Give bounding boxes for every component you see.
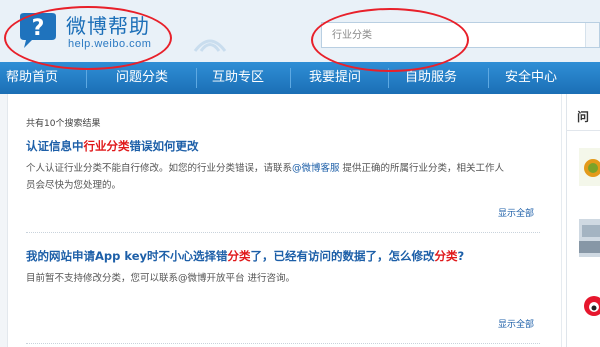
left-edge [0,94,8,347]
nav-item-help-home[interactable]: 帮助首页 [6,62,58,94]
nav-divider [488,68,489,88]
weibo-logo-icon[interactable] [579,286,600,324]
result-desc-1: 个人认证行业分类不能自行修改。如您的行业分类错误，请联系@微博客服 提供正确的所… [26,163,505,191]
result-count: 共有10个搜索结果 [26,119,101,129]
sidebar-divider [566,130,600,131]
show-all-link-1[interactable]: 显示全部 [498,206,534,219]
logo-url[interactable]: help.weibo.com [68,38,151,50]
sidebar-thumbnail-1[interactable] [579,148,600,186]
nav-item-ask-question[interactable]: 我要提问 [309,62,361,94]
signal-decoration-icon [193,39,227,52]
sidebar-heading: 问 [577,110,590,124]
nav-item-self-service[interactable]: 自助服务 [405,62,457,94]
weibo-service-link[interactable]: @微博客服 [292,163,340,174]
nav-item-mutual-help[interactable]: 互助专区 [212,62,264,94]
help-speech-bubble-icon[interactable]: ? [16,12,60,50]
show-all-link-2[interactable]: 显示全部 [498,317,534,330]
nav-item-question-categories[interactable]: 问题分类 [116,62,168,94]
nav-divider [290,68,291,88]
result-title-2[interactable]: 我的网站申请App key时不小心选择错分类了，已经有访问的数据了，怎么修改分类… [26,248,464,264]
result-desc-2: 目前暂不支持修改分类，您可以联系@微博开放平台 进行咨询。 [26,273,296,284]
result-divider [26,343,540,344]
svg-text:?: ? [32,16,45,41]
nav-divider [86,68,87,88]
search-box [321,22,600,48]
content-border [561,94,562,347]
nav-item-security-center[interactable]: 安全中心 [505,62,557,94]
main-nav: 帮助首页 问题分类 互助专区 我要提问 自助服务 安全中心 [0,62,600,94]
search-button[interactable] [585,23,599,47]
result-title-1[interactable]: 认证信息中行业分类错误如何更改 [26,138,199,154]
nav-divider [196,68,197,88]
search-input[interactable] [332,27,532,44]
sidebar-thumbnail-2[interactable] [579,219,600,257]
result-divider [26,232,540,233]
nav-divider [388,68,389,88]
site-header: ? 微博帮助 help.weibo.com [0,0,600,62]
logo-title[interactable]: 微博帮助 [66,10,150,39]
